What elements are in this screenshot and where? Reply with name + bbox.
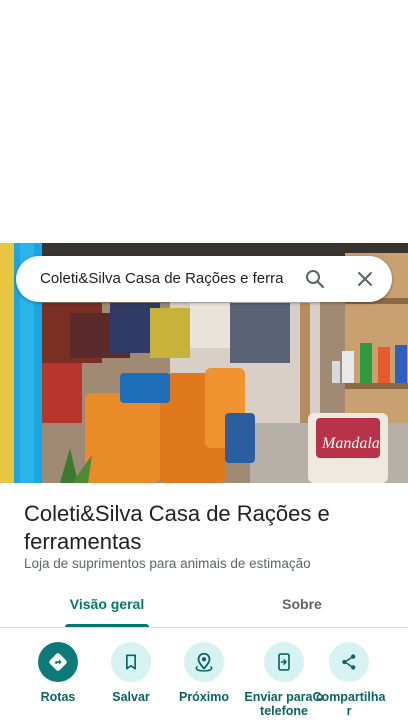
place-tabs: Visão geral Sobre xyxy=(0,585,408,628)
map-blank-area xyxy=(0,0,408,243)
save-button[interactable]: Salvar xyxy=(93,640,169,704)
share-button[interactable]: Compartilhar xyxy=(311,640,387,718)
search-icon[interactable] xyxy=(303,267,327,291)
place-title: Coleti&Silva Casa de Rações e ferramenta… xyxy=(24,501,330,554)
close-icon[interactable] xyxy=(353,267,377,291)
search-bar[interactable]: Coleti&Silva Casa de Rações e ferra xyxy=(16,256,392,302)
nearby-icon xyxy=(184,642,224,682)
share-label: Compartilhar xyxy=(312,690,386,718)
photo-signage-text: Mandala xyxy=(321,435,380,452)
nearby-label: Próximo xyxy=(178,690,229,704)
save-label: Salvar xyxy=(112,690,150,704)
directions-label: Rotas xyxy=(40,690,76,704)
send-to-phone-icon xyxy=(264,642,304,682)
nearby-button[interactable]: Próximo xyxy=(166,640,242,704)
search-input[interactable]: Coleti&Silva Casa de Rações e ferra xyxy=(40,256,286,302)
place-category: Loja de suprimentos para animais de esti… xyxy=(24,556,311,571)
bookmark-icon xyxy=(111,642,151,682)
directions-button[interactable]: Rotas xyxy=(20,640,96,704)
directions-icon xyxy=(38,642,78,682)
tab-overview-label: Visão geral xyxy=(69,596,145,612)
tab-about[interactable]: Sobre xyxy=(262,585,342,627)
tab-overview[interactable]: Visão geral xyxy=(63,585,151,627)
action-buttons: Rotas Salvar Próximo Enviar para o telef… xyxy=(0,640,408,726)
active-tab-indicator xyxy=(65,624,149,627)
share-icon xyxy=(329,642,369,682)
tab-about-label: Sobre xyxy=(282,596,322,612)
